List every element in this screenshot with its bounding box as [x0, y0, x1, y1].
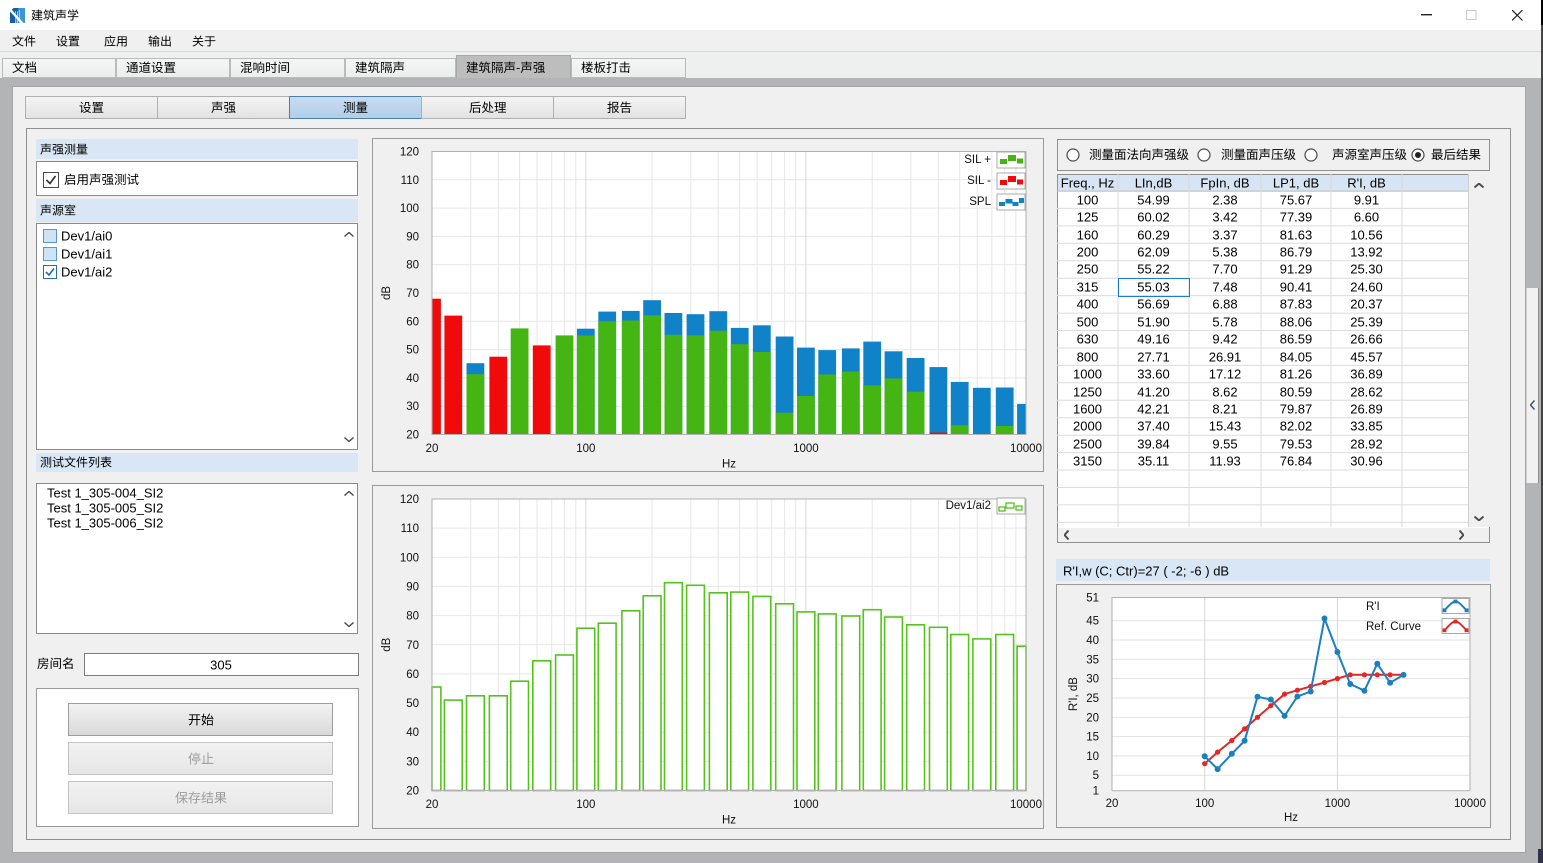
svg-text:20: 20 — [406, 786, 419, 798]
svg-text:45: 45 — [1086, 616, 1099, 628]
svg-text:20: 20 — [426, 799, 439, 811]
svg-text:80: 80 — [406, 260, 419, 272]
svg-text:60: 60 — [406, 669, 419, 681]
svg-text:Hz: Hz — [1284, 812, 1298, 824]
svg-text:1000: 1000 — [793, 799, 819, 811]
svg-text:50: 50 — [406, 698, 419, 710]
svg-text:40: 40 — [406, 727, 419, 739]
svg-text:1000: 1000 — [793, 443, 819, 455]
svg-text:80: 80 — [406, 611, 419, 623]
svg-text:90: 90 — [406, 231, 419, 243]
svg-text:40: 40 — [1086, 635, 1099, 647]
svg-text:30: 30 — [406, 401, 419, 413]
svg-text:120: 120 — [400, 147, 419, 159]
svg-text:dB: dB — [381, 286, 393, 300]
svg-text:10000: 10000 — [1010, 799, 1042, 811]
svg-text:1: 1 — [1093, 786, 1099, 798]
svg-text:10000: 10000 — [1454, 798, 1486, 810]
svg-text:Hz: Hz — [722, 459, 736, 471]
svg-text:dB: dB — [381, 637, 393, 651]
svg-text:15: 15 — [1086, 732, 1099, 744]
svg-text:20: 20 — [1086, 712, 1099, 724]
svg-text:10000: 10000 — [1010, 443, 1042, 455]
svg-text:Hz: Hz — [722, 815, 736, 827]
svg-text:35: 35 — [1086, 654, 1099, 666]
svg-text:25: 25 — [1086, 693, 1099, 705]
svg-text:SPL: SPL — [969, 196, 991, 208]
svg-text:Ref. Curve: Ref. Curve — [1366, 621, 1421, 633]
svg-text:70: 70 — [406, 288, 419, 300]
svg-text:SIL +: SIL + — [964, 154, 991, 166]
svg-text:100: 100 — [1195, 798, 1214, 810]
svg-text:90: 90 — [406, 581, 419, 593]
svg-text:40: 40 — [406, 373, 419, 385]
svg-text:30: 30 — [1086, 674, 1099, 686]
svg-text:100: 100 — [400, 552, 419, 564]
svg-text:10: 10 — [1086, 751, 1099, 763]
svg-text:51: 51 — [1086, 593, 1099, 605]
svg-text:R'I: R'I — [1366, 601, 1380, 613]
svg-text:100: 100 — [400, 203, 419, 215]
svg-text:30: 30 — [406, 756, 419, 768]
svg-text:Dev1/ai2: Dev1/ai2 — [946, 500, 991, 512]
svg-text:110: 110 — [401, 175, 419, 187]
svg-text:100: 100 — [576, 799, 595, 811]
svg-text:70: 70 — [406, 640, 419, 652]
svg-text:50: 50 — [406, 345, 419, 357]
svg-text:5: 5 — [1093, 770, 1099, 782]
svg-text:120: 120 — [400, 494, 419, 506]
svg-text:1000: 1000 — [1325, 798, 1351, 810]
svg-text:60: 60 — [406, 316, 419, 328]
svg-text:20: 20 — [406, 430, 419, 442]
svg-text:20: 20 — [426, 443, 439, 455]
svg-text:SIL -: SIL - — [967, 175, 991, 187]
svg-text:100: 100 — [576, 443, 595, 455]
svg-text:20: 20 — [1106, 798, 1119, 810]
svg-text:R'I, dB: R'I, dB — [1068, 677, 1080, 711]
svg-text:110: 110 — [401, 523, 419, 535]
